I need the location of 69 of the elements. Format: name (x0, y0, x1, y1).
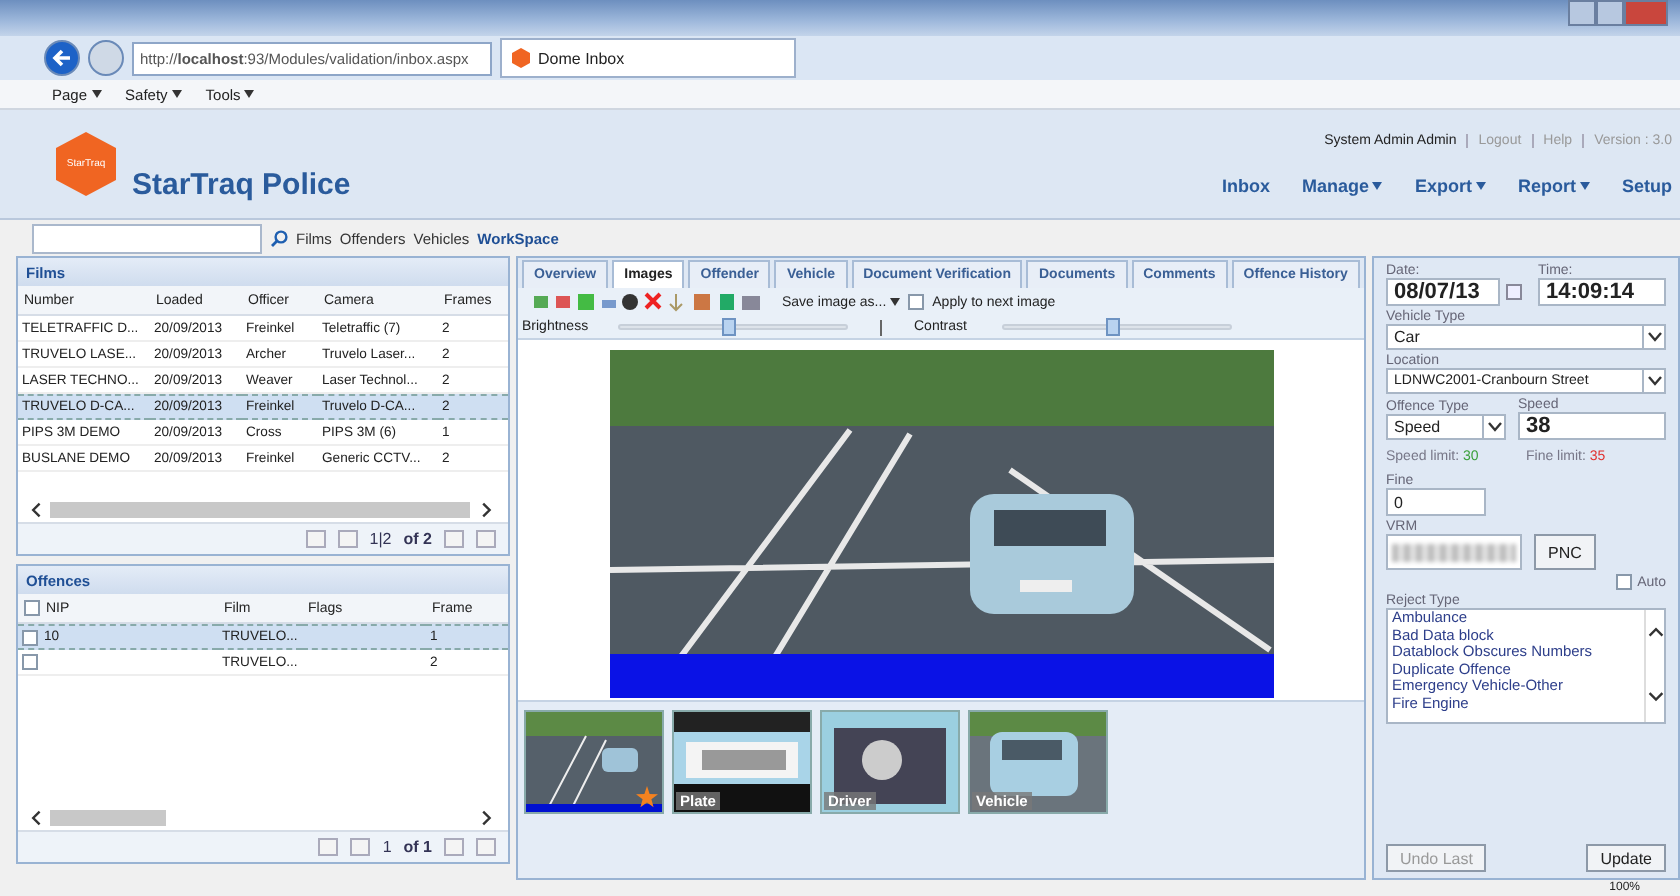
search-field[interactable] (32, 223, 262, 253)
first-page-button[interactable] (305, 530, 326, 548)
back-arrow-icon (52, 48, 72, 68)
nav-item[interactable]: Manage (1301, 175, 1383, 195)
dropdown-caret-icon (1647, 332, 1661, 342)
road-scene-picture (526, 712, 662, 812)
scroll-down-icon[interactable] (1647, 690, 1663, 706)
search-icon[interactable] (270, 229, 288, 247)
caret-icon (890, 298, 901, 306)
fine-field[interactable]: 0 (1386, 488, 1486, 516)
page-number: 1 (382, 838, 392, 856)
scroll-right-icon[interactable] (480, 810, 496, 826)
slider-track[interactable] (1002, 324, 1232, 330)
auto-checkbox[interactable] (1615, 574, 1632, 590)
maximize-button[interactable] (1596, 0, 1624, 26)
slider-thumb[interactable] (1106, 318, 1121, 336)
app-title: StarTraq Police (132, 168, 351, 206)
scroll-right-icon[interactable] (480, 502, 496, 518)
caret-icon (171, 90, 182, 98)
caret-icon (91, 90, 102, 98)
speed-field[interactable]: 38 (1518, 412, 1666, 440)
plate-picture (674, 712, 810, 812)
vrm-field[interactable] (1386, 534, 1522, 570)
nav-item[interactable]: Report (1517, 175, 1590, 195)
previous-page-button[interactable] (337, 530, 358, 548)
previous-page-button[interactable] (350, 838, 371, 856)
nav-item[interactable]: Setup (1621, 175, 1672, 195)
dropdown-caret-icon (1487, 422, 1501, 432)
offence-type-select[interactable]: Speed (1386, 414, 1506, 440)
apply-checkbox[interactable] (908, 294, 925, 310)
next-page-button[interactable] (444, 838, 464, 856)
date-field[interactable]: 08/07/13 (1386, 278, 1500, 306)
page-number: 1|2 (369, 530, 392, 548)
car-picture (970, 712, 1106, 812)
time-field[interactable]: 14:09:14 (1538, 278, 1666, 306)
last-page-button[interactable] (476, 838, 496, 856)
scrollbar-thumb[interactable] (50, 810, 167, 826)
page-total: of 1 (403, 838, 432, 856)
select-all-checkbox[interactable] (24, 600, 40, 616)
calendar-icon[interactable] (1506, 284, 1522, 300)
scroll-left-icon[interactable] (30, 502, 46, 518)
caret-icon (244, 90, 255, 98)
slider-track[interactable] (618, 324, 848, 330)
nav-item[interactable]: Inbox (1221, 175, 1270, 195)
slider-thumb[interactable] (722, 318, 737, 336)
windscreen-picture (822, 712, 958, 812)
vehicle-type-select[interactable]: Car (1386, 324, 1666, 350)
caret-icon (1579, 181, 1590, 189)
row-checkbox[interactable] (22, 629, 38, 645)
nav-item[interactable]: Export (1414, 175, 1486, 195)
forward-button[interactable] (88, 40, 124, 76)
site-icon (512, 48, 530, 68)
scrollbar-thumb[interactable] (50, 502, 470, 518)
row-checkbox[interactable] (22, 654, 38, 670)
form-button[interactable]: Update (1586, 844, 1666, 872)
page-total: of 2 (403, 530, 432, 548)
caret-icon (1372, 181, 1383, 189)
next-page-button[interactable] (444, 530, 464, 548)
scroll-left-icon[interactable] (30, 810, 46, 826)
browser-tab[interactable]: Dome Inbox (500, 38, 796, 78)
dropdown-caret-icon (1647, 376, 1661, 386)
caret-icon (1475, 181, 1486, 189)
first-page-button[interactable] (318, 838, 339, 856)
scroll-up-icon[interactable] (1647, 626, 1663, 642)
last-page-button[interactable] (476, 530, 496, 548)
pnc-button[interactable]: PNC (1534, 534, 1596, 570)
thumbnail[interactable] (524, 710, 664, 814)
minimize-button[interactable] (1568, 0, 1596, 26)
back-button[interactable] (44, 40, 80, 76)
